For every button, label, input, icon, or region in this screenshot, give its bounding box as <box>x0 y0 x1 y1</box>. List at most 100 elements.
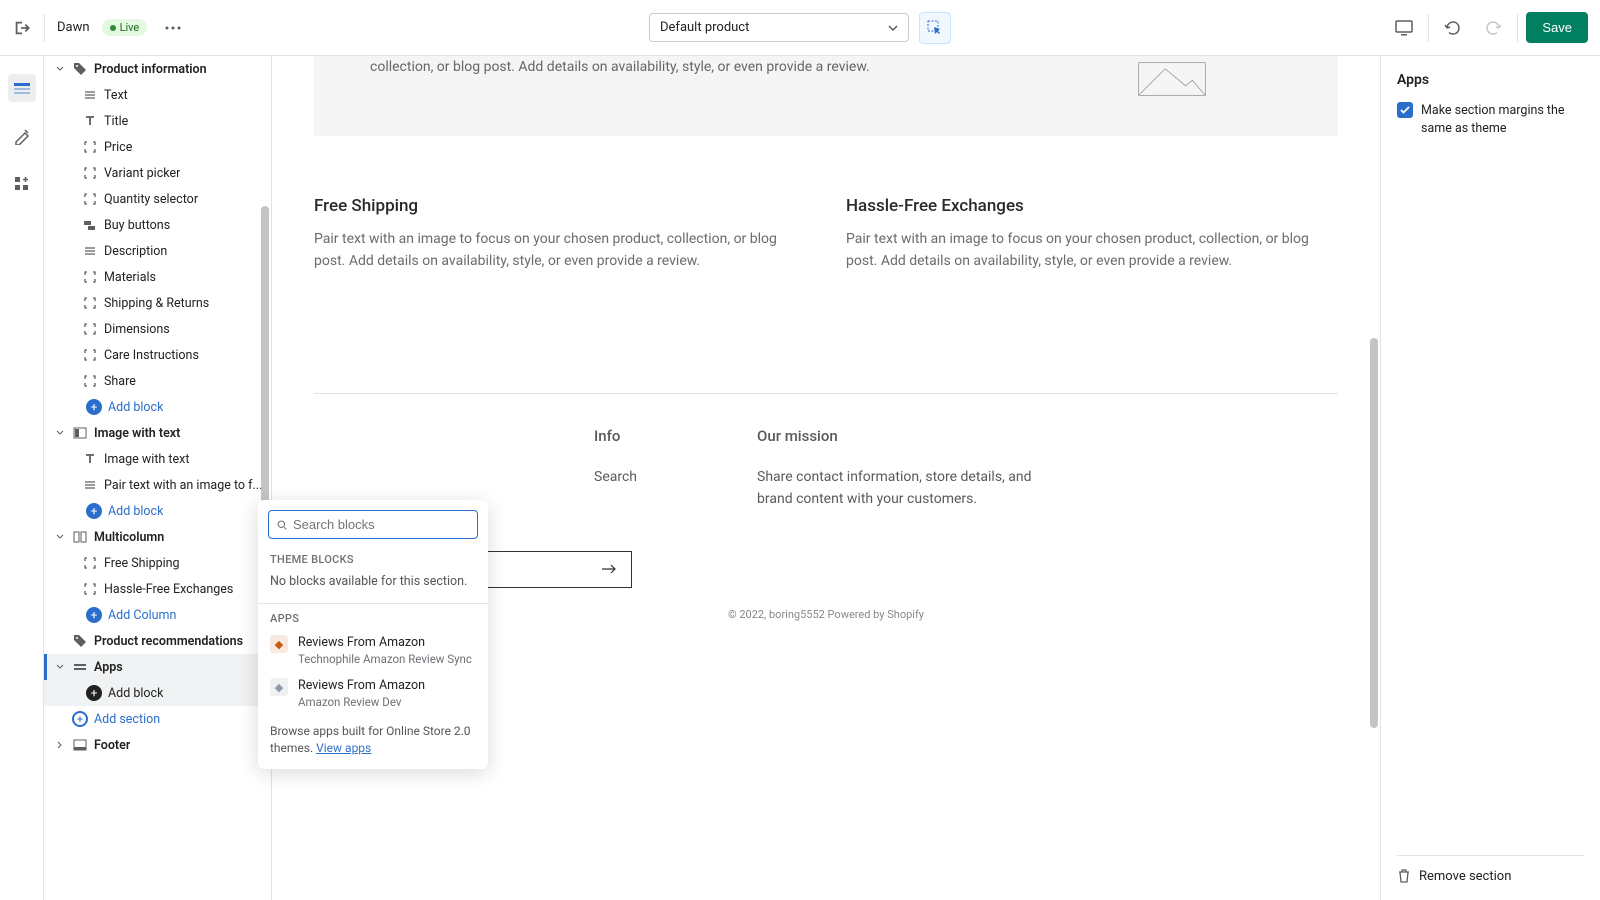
search-icon <box>277 518 287 532</box>
topbar-center: Default product <box>649 12 951 44</box>
block-icon <box>82 87 98 103</box>
section-label: Product recommendations <box>94 634 243 649</box>
checkbox-label: Make section margins the same as theme <box>1421 102 1584 137</box>
preview-col-exchanges: Hassle-Free Exchanges Pair text with an … <box>846 196 1338 273</box>
app-block-option[interactable]: ◆Reviews From AmazonAmazon Review Dev <box>258 672 488 715</box>
block-label: Image with text <box>104 452 189 467</box>
block-icon <box>82 243 98 259</box>
app-icon: ◆ <box>270 678 288 696</box>
block-label: Share <box>104 374 136 389</box>
caret-down-icon <box>54 531 66 543</box>
save-button[interactable]: Save <box>1526 12 1588 43</box>
preview-text: collection, or blog post. Add details on… <box>370 56 1062 96</box>
col-body: Pair text with an image to focus on your… <box>846 228 1338 273</box>
block-label: Quantity selector <box>104 192 198 207</box>
panel-title: Apps <box>1397 72 1584 88</box>
section-image-with-text[interactable]: Image with text <box>44 420 271 446</box>
redo-icon[interactable] <box>1477 12 1509 44</box>
section-footer[interactable]: Footer <box>44 732 271 758</box>
search-field[interactable] <box>293 517 469 532</box>
add-block-label: Add block <box>108 504 163 519</box>
block-label: Free Shipping <box>104 556 180 571</box>
block-item[interactable]: Buy buttons <box>44 212 271 238</box>
live-label: Live <box>120 21 140 34</box>
undo-icon[interactable] <box>1437 12 1469 44</box>
block-item[interactable]: Pair text with an image to f... <box>44 472 271 498</box>
image-placeholder-icon <box>1062 56 1282 96</box>
preview-scrollbar[interactable] <box>1370 58 1378 898</box>
section-label: Multicolumn <box>94 530 164 545</box>
section-product-information[interactable]: Product information <box>44 56 271 82</box>
block-label: Care Instructions <box>104 348 199 363</box>
block-label: Title <box>104 114 128 129</box>
template-select[interactable]: Default product <box>649 13 909 42</box>
block-icon <box>82 295 98 311</box>
desktop-view-icon[interactable] <box>1388 12 1420 44</box>
block-item[interactable]: Share <box>44 368 271 394</box>
block-item[interactable]: Title <box>44 108 271 134</box>
add-block-button[interactable]: + Add block <box>44 394 271 420</box>
block-item[interactable]: Image with text <box>44 446 271 472</box>
caret-right-icon <box>54 739 66 751</box>
block-label: Variant picker <box>104 166 180 181</box>
section-label: Apps <box>94 660 123 675</box>
add-block-button[interactable]: + Add block <box>44 680 271 706</box>
rail-apps-icon[interactable] <box>8 170 36 198</box>
search-blocks-input[interactable] <box>268 510 478 539</box>
block-label: Pair text with an image to f... <box>104 478 262 493</box>
block-label: Buy buttons <box>104 218 170 233</box>
block-item[interactable]: Materials <box>44 264 271 290</box>
footer-link[interactable]: Search <box>594 466 637 488</box>
rail-theme-icon[interactable] <box>8 122 36 150</box>
section-multicolumn[interactable]: Multicolumn <box>44 524 271 550</box>
col-title: Free Shipping <box>314 196 806 216</box>
more-button[interactable] <box>159 14 187 42</box>
divider <box>1517 14 1518 42</box>
block-item[interactable]: Dimensions <box>44 316 271 342</box>
section-product-recommendations[interactable]: Product recommendations <box>44 628 271 654</box>
add-block-button[interactable]: + Add block <box>44 498 271 524</box>
tag-icon <box>72 61 88 77</box>
remove-section-button[interactable]: Remove section <box>1397 855 1584 884</box>
footer-mission: Our mission Share contact information, s… <box>757 424 1037 511</box>
block-label: Hassle-Free Exchanges <box>104 582 233 597</box>
block-item[interactable]: Shipping & Returns <box>44 290 271 316</box>
rail-sections-icon[interactable] <box>8 74 36 102</box>
section-label: Footer <box>94 738 130 753</box>
sidebar[interactable]: Product information Text Title Price Varian… <box>44 56 272 900</box>
footer-body: Share contact information, store details… <box>757 466 1037 511</box>
app-block-option[interactable]: ◆Reviews From AmazonTechnophile Amazon R… <box>258 629 488 672</box>
app-name: Reviews From Amazon <box>298 635 472 650</box>
margin-checkbox-row[interactable]: Make section margins the same as theme <box>1397 102 1584 137</box>
caret-down-icon <box>54 63 66 75</box>
view-apps-link[interactable]: View apps <box>316 741 371 755</box>
section-apps[interactable]: Apps <box>44 654 271 680</box>
trash-icon <box>1397 868 1411 884</box>
block-item[interactable]: Care Instructions <box>44 342 271 368</box>
block-label: Price <box>104 140 132 155</box>
block-item[interactable]: Free Shipping <box>44 550 271 576</box>
block-icon <box>82 321 98 337</box>
plus-icon: + <box>86 607 102 623</box>
col-body: Pair text with an image to focus on your… <box>314 228 806 273</box>
sidebar-scrollbar[interactable] <box>261 58 269 898</box>
add-column-label: Add Column <box>108 608 176 623</box>
block-item[interactable]: Variant picker <box>44 160 271 186</box>
block-label: Description <box>104 244 167 259</box>
add-column-button[interactable]: + Add Column <box>44 602 271 628</box>
block-item[interactable]: Description <box>44 238 271 264</box>
add-block-label: Add block <box>108 686 163 701</box>
add-section-button[interactable]: + Add section <box>44 706 271 732</box>
block-item[interactable]: Price <box>44 134 271 160</box>
block-item[interactable]: Hassle-Free Exchanges <box>44 576 271 602</box>
preview: collection, or blog post. Add details on… <box>272 56 1380 900</box>
exit-icon[interactable] <box>12 18 32 38</box>
remove-label: Remove section <box>1419 869 1511 884</box>
block-label: Text <box>104 88 128 103</box>
checkbox-checked-icon[interactable] <box>1397 102 1413 118</box>
block-item[interactable]: Quantity selector <box>44 186 271 212</box>
plus-icon: + <box>86 503 102 519</box>
block-item[interactable]: Text <box>44 82 271 108</box>
topbar: Dawn Live Default product Save <box>0 0 1600 56</box>
inspector-button[interactable] <box>919 12 951 44</box>
